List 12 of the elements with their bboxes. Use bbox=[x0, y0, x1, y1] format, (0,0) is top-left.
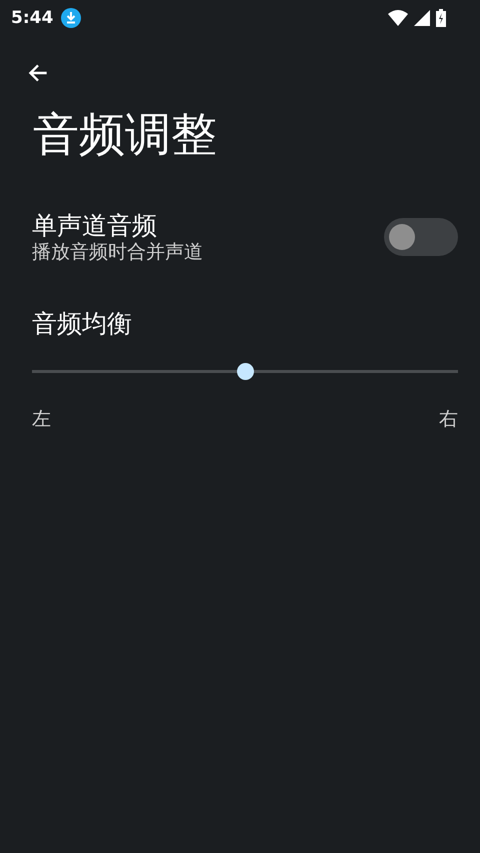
status-time: 5:44 bbox=[11, 8, 54, 28]
battery-icon bbox=[436, 9, 446, 27]
page-title: 音频调整 bbox=[33, 107, 218, 162]
download-icon bbox=[61, 8, 82, 28]
slider-max-label: 右 bbox=[439, 407, 458, 432]
slider-min-label: 左 bbox=[32, 407, 51, 432]
toggle-switch[interactable] bbox=[384, 218, 458, 256]
wifi-icon bbox=[388, 10, 408, 26]
signal-icon bbox=[414, 10, 430, 26]
setting-title: 单声道音频 bbox=[32, 210, 158, 242]
setting-summary: 播放音频时合并声道 bbox=[32, 241, 203, 264]
setting-title: 音频均衡 bbox=[32, 308, 133, 340]
